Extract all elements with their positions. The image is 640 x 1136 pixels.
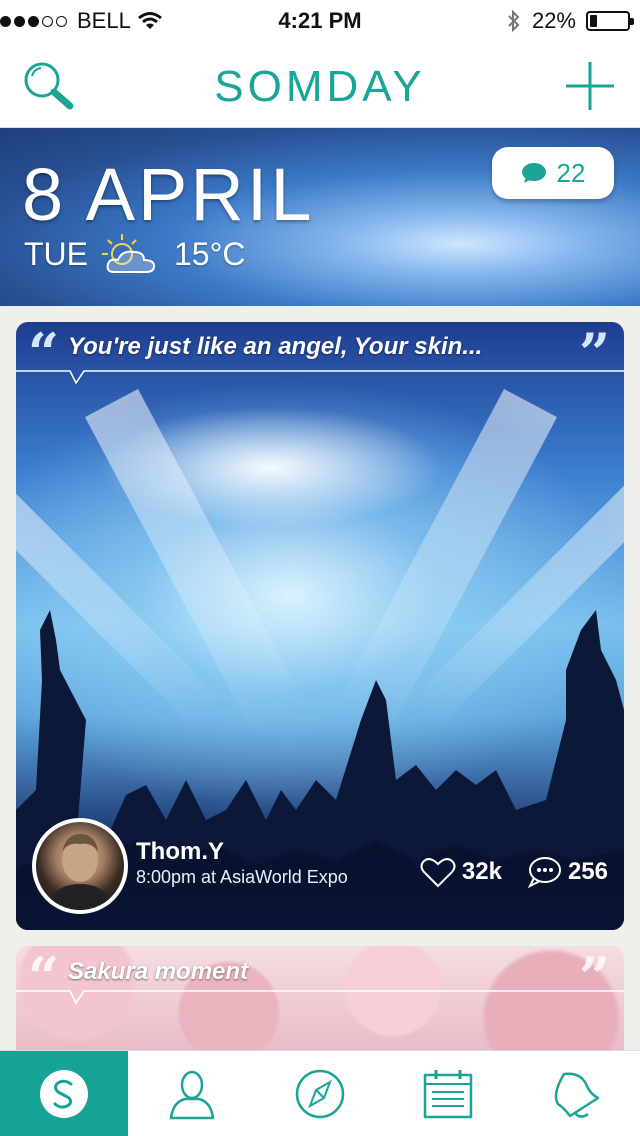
partly-cloudy-icon (102, 234, 156, 273)
status-bar: BELL 4:21 PM 22% (0, 0, 640, 40)
weekday-label: TUE (24, 235, 88, 272)
plus-icon (566, 62, 614, 110)
like-button[interactable]: 32k (420, 856, 502, 888)
carrier-info: BELL (0, 8, 163, 34)
carrier-name: BELL (77, 8, 131, 33)
bluetooth-icon (508, 9, 520, 33)
tab-notifications[interactable] (512, 1051, 640, 1136)
comment-count: 256 (567, 858, 608, 885)
tab-home[interactable] (0, 1051, 128, 1136)
temperature-label: 15°C (174, 235, 246, 272)
date-label: 8 APRIL (22, 153, 315, 236)
nav-bar: SOMDAY (0, 40, 640, 128)
date-header: 8 APRIL TUE 15°C 22 (0, 128, 640, 306)
comment-button[interactable]: 256 (526, 856, 608, 888)
post-quote-text: Sakura moment (68, 958, 249, 985)
wifi-icon (137, 12, 162, 29)
search-icon[interactable] (18, 56, 78, 116)
compass-icon (295, 1069, 345, 1119)
speech-bubble-icon (521, 163, 546, 183)
quote-divider (16, 990, 624, 1005)
comment-count-button[interactable]: 22 (492, 147, 614, 199)
tab-profile[interactable] (128, 1051, 256, 1136)
post-card[interactable]: “ You're just like an angel, Your skin..… (16, 322, 624, 930)
comment-icon (527, 857, 561, 888)
add-post-button[interactable] (560, 56, 620, 116)
tab-explore[interactable] (256, 1051, 384, 1136)
heart-icon (420, 858, 456, 888)
bell-icon (554, 1072, 600, 1118)
status-right: 22% (506, 8, 634, 34)
somday-logo-icon (40, 1070, 88, 1118)
like-count: 32k (461, 858, 502, 885)
tab-calendar[interactable] (384, 1051, 512, 1136)
post-card[interactable]: “ Sakura moment ” (16, 946, 624, 1066)
avatar[interactable] (32, 818, 128, 914)
signal-strength-icon (0, 15, 67, 27)
profile-icon (169, 1070, 215, 1120)
battery-percent: 22% (531, 8, 576, 33)
post-author[interactable]: Thom.Y (136, 838, 224, 866)
quote-divider (16, 370, 624, 385)
battery-icon (586, 11, 634, 31)
post-footer: Thom.Y 8:00pm at AsiaWorld Expo 32k 256 (16, 818, 624, 930)
comment-count: 22 (556, 157, 586, 188)
calendar-icon (423, 1070, 473, 1119)
post-quote-bar: “ Sakura moment ” (16, 946, 624, 1004)
app-title: SOMDAY (214, 62, 426, 111)
tab-bar (0, 1050, 640, 1136)
post-quote-bar: “ You're just like an angel, Your skin..… (16, 322, 624, 380)
post-quote-text: You're just like an angel, Your skin... (68, 333, 483, 360)
post-meta: 8:00pm at AsiaWorld Expo (136, 867, 348, 887)
weather-row: TUE 15°C (24, 232, 246, 276)
post-stats: 32k 256 (420, 856, 608, 888)
